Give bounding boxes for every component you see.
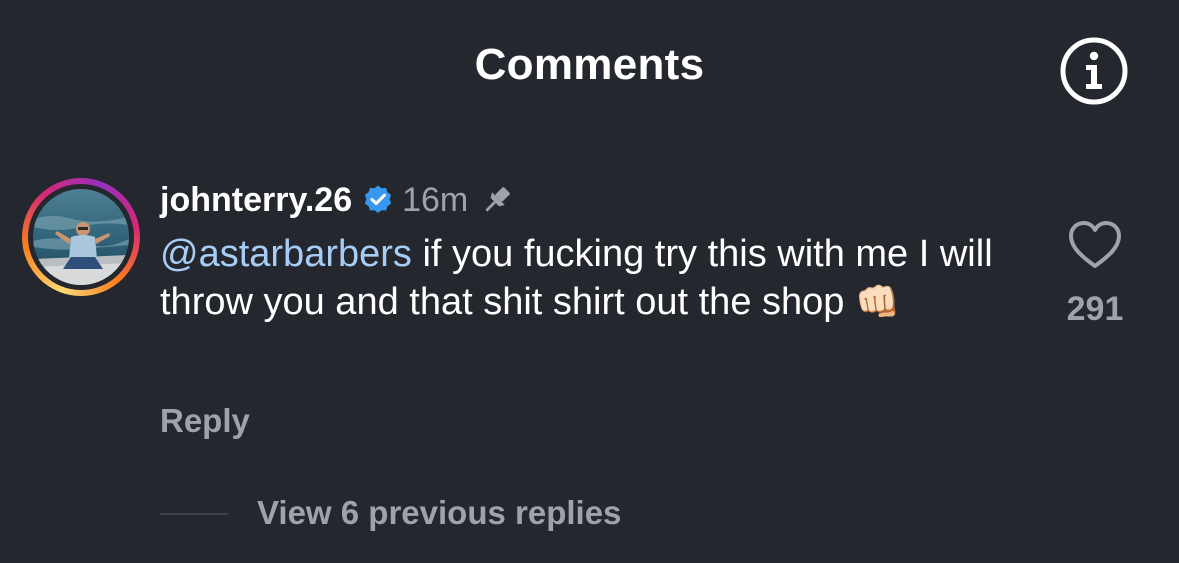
- comment-text: @astarbarbers if you fucking try this wi…: [160, 230, 1020, 326]
- info-icon[interactable]: [1058, 35, 1130, 107]
- mention-link[interactable]: @astarbarbers: [160, 233, 412, 275]
- fist-emoji: 👊🏻: [854, 281, 900, 322]
- avatar-photo: [33, 189, 129, 285]
- avatar[interactable]: [22, 178, 140, 296]
- username[interactable]: johnterry.26: [160, 181, 352, 220]
- reply-button[interactable]: Reply: [160, 402, 250, 440]
- avatar-ring-gap: [28, 184, 134, 290]
- pin-icon: [480, 183, 514, 217]
- view-replies-button[interactable]: View 6 previous replies: [257, 494, 621, 532]
- page-title: Comments: [474, 40, 705, 89]
- heart-outline-icon[interactable]: [1063, 216, 1127, 272]
- comment-item: johnterry.26 16m @astarbarbers if you fu…: [0, 170, 1179, 470]
- comment-meta: johnterry.26 16m: [160, 178, 514, 222]
- verified-badge-icon: [362, 184, 394, 216]
- timestamp: 16m: [402, 180, 469, 219]
- replies-divider: [160, 513, 228, 515]
- comments-header: Comments: [0, 0, 1179, 135]
- like-count: 291: [1066, 290, 1124, 328]
